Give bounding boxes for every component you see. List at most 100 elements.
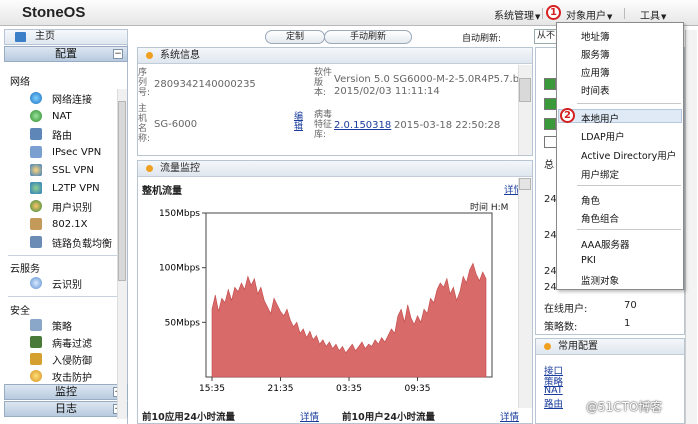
menu-separator: [577, 103, 681, 104]
host-label: 主 机 名 称:: [138, 104, 151, 144]
sidebar-section-log[interactable]: 日志 +: [4, 401, 128, 417]
menu-system-label: 系统管理: [494, 11, 534, 22]
sidebar-item-policy[interactable]: 策略: [30, 318, 72, 333]
menu-item-role[interactable]: 角色: [581, 193, 600, 207]
top10-apps-details-link[interactable]: 详情: [300, 409, 319, 423]
sidebar-item-ipsec-vpn[interactable]: IPsec VPN: [30, 145, 101, 159]
sidebar-item-label: IPsec VPN: [52, 146, 102, 158]
menu-separator: [577, 185, 681, 186]
system-info-scroll-thumb[interactable]: [519, 78, 531, 102]
menu-objects-users[interactable]: 对象用户▼: [566, 7, 612, 22]
shield-icon: [30, 370, 42, 382]
sidebar-item-label: SSL VPN: [52, 164, 94, 176]
sidebar-item-label: 病毒过滤: [52, 338, 92, 350]
objects-users-dropdown: 地址簿 服务簿 应用簿 时间表 本地用户 LDAP用户 Active Direc…: [556, 22, 684, 290]
sidebar-item-ssl-vpn[interactable]: SSL VPN: [30, 163, 94, 177]
8021x-icon: [30, 218, 42, 230]
common-link-nat[interactable]: NAT: [544, 385, 563, 396]
sidebar-item-intrusion-prevention[interactable]: 入侵防御: [30, 352, 92, 367]
sidebar-log-label: 日志: [55, 402, 77, 415]
stat-value: 24: [544, 230, 557, 241]
menu-item-schedule[interactable]: 时间表: [581, 83, 610, 97]
x-tick-label: 03:35: [336, 384, 362, 394]
home-icon: [15, 32, 26, 42]
sidebar-group-cloud: 云服务: [10, 264, 40, 275]
sidebar-item-label: 用户识别: [52, 202, 92, 214]
auto-refresh-label: 自动刷新:: [462, 34, 502, 44]
menu-item-application-book[interactable]: 应用簿: [581, 65, 610, 79]
menu-item-user-binding[interactable]: 用户绑定: [581, 167, 619, 181]
chevron-down-icon: ▼: [535, 13, 541, 21]
menu-separator: [624, 8, 625, 19]
sidebar-item-8021x[interactable]: 802.1X: [30, 217, 87, 231]
sidebar-item-label: L2TP VPN: [52, 182, 100, 194]
sidebar-item-user-identification[interactable]: 用户识别: [30, 199, 92, 214]
sidebar-group-security: 安全: [10, 306, 30, 317]
menu-separator: [542, 8, 543, 19]
sidebar: 主页 配置 − 网络 网络连接 NAT 路由 IPsec VPN SSL VPN…: [4, 29, 128, 424]
collapse-icon[interactable]: −: [113, 49, 123, 59]
sidebar-item-antivirus[interactable]: 病毒过滤: [30, 335, 92, 350]
sidebar-item-link-load-balancing[interactable]: 链路负载均衡: [30, 235, 112, 250]
sidebar-config-label: 配置: [55, 47, 77, 60]
custom-button[interactable]: 定制: [265, 30, 325, 44]
traffic-chart: 150Mbps 100Mbps 50Mbps 15:35 21:35 03:35 09:35: [159, 209, 493, 394]
traffic-scrollbar[interactable]: [518, 178, 532, 408]
manual-refresh-button[interactable]: 手动刷新: [324, 30, 412, 44]
sidebar-item-network-connection[interactable]: 网络连接: [30, 91, 92, 106]
menu-objects-label: 对象用户: [566, 11, 606, 22]
serial-label: 序 列 号:: [138, 68, 151, 98]
nat-icon: [30, 110, 42, 122]
sidebar-item-label: 攻击防护: [52, 372, 92, 384]
menu-item-role-combination[interactable]: 角色组合: [581, 211, 619, 225]
x-tick-label: 15:35: [199, 384, 225, 394]
sidebar-item-label: 链路负载均衡: [52, 238, 112, 250]
sidebar-item-l2tp-vpn[interactable]: L2TP VPN: [30, 181, 100, 195]
menu-item-active-directory-user[interactable]: Active Directory用户: [581, 148, 676, 162]
menu-system-management[interactable]: 系统管理▼: [494, 7, 540, 22]
y-tick-label: 150Mbps: [159, 209, 200, 219]
sidebar-item-label: 策略: [52, 321, 72, 333]
sidebar-item-label: 云识别: [52, 279, 82, 291]
menu-item-ldap-user[interactable]: LDAP用户: [581, 129, 625, 143]
stat-value: 24: [544, 282, 557, 293]
online-users-label: 在线用户:: [544, 304, 588, 315]
cloud-icon: [30, 277, 42, 289]
y-tick-label: 50Mbps: [165, 318, 201, 328]
menu-item-local-user[interactable]: 本地用户: [581, 111, 619, 125]
router-icon: [30, 128, 42, 140]
av-signature-date: 2015-03-18 22:50:28: [394, 120, 501, 131]
traffic-scroll-thumb[interactable]: [519, 178, 531, 190]
sidebar-item-nat[interactable]: NAT: [30, 109, 72, 123]
bullet-icon: [146, 165, 153, 172]
menu-item-pki[interactable]: PKI: [581, 255, 596, 266]
common-link-routing[interactable]: 路由: [544, 396, 563, 410]
top10-users-details-link[interactable]: 详情: [500, 409, 519, 423]
av-signature-version-link[interactable]: 2.0.150318: [334, 120, 391, 131]
bullet-icon: [146, 52, 153, 59]
sidebar-section-config[interactable]: 配置 −: [4, 46, 128, 62]
av-signature-label: 病毒 特征 库:: [314, 110, 333, 140]
menu-item-aaa-server[interactable]: AAA服务器: [581, 237, 630, 251]
sidebar-section-monitor[interactable]: 监控 +: [4, 384, 128, 400]
stat-value: 24: [544, 266, 557, 277]
software-build-date: 2015/02/03 11:11:14: [334, 86, 440, 97]
sidebar-item-routing[interactable]: 路由: [30, 127, 72, 142]
system-info-header: 系统信息: [138, 48, 532, 64]
policy-count-value: 1: [624, 318, 631, 329]
menu-tools[interactable]: 工具▼: [640, 7, 666, 22]
page-scrollbar[interactable]: [685, 30, 697, 424]
sidebar-item-cloud-identification[interactable]: 云识别: [30, 276, 82, 291]
sidebar-scroll-thumb[interactable]: [118, 101, 126, 281]
l2tp-icon: [30, 182, 42, 194]
sidebar-home[interactable]: 主页: [4, 29, 128, 45]
edit-hostname-link[interactable]: 编 辑: [294, 112, 303, 132]
policy-icon: [30, 319, 42, 331]
sidebar-item-attack-defense[interactable]: 攻击防护: [30, 369, 92, 384]
menu-item-service-book[interactable]: 服务簿: [581, 47, 610, 61]
menu-item-track-object[interactable]: 监测对象: [581, 273, 619, 287]
traffic-monitor-header: 流量监控: [138, 161, 532, 177]
y-tick-label: 100Mbps: [159, 264, 200, 274]
menu-item-address-book[interactable]: 地址簿: [581, 29, 610, 43]
software-version-label: 软件 版 本:: [314, 68, 333, 98]
